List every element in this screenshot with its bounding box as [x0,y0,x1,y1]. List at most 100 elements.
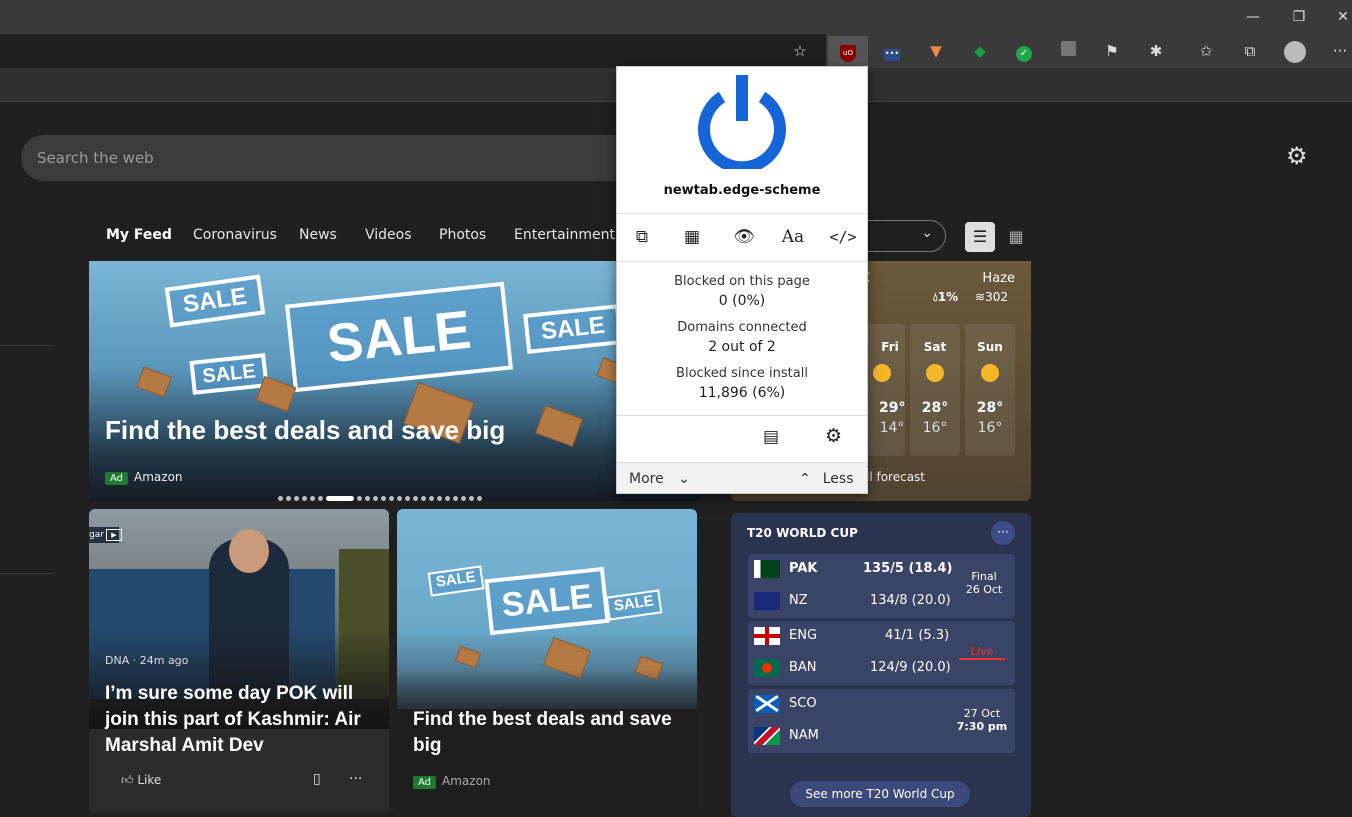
settings-gear-icon[interactable]: ⚙ [1286,142,1308,170]
carousel-dot[interactable] [318,496,323,501]
t20-more-button[interactable]: ··· [991,521,1015,545]
zap-element-icon[interactable]: ⧉ [626,225,658,249]
carousel-dot[interactable] [278,496,283,501]
like-button[interactable]: 👍︎ Like [121,773,161,788]
sale-graphic: SALE [427,565,485,597]
popup-domain: newtab.edge-scheme [663,183,821,198]
full-forecast-link[interactable]: ll forecast [866,470,925,484]
search-input[interactable]: Search the web [21,135,661,181]
dashboard-gear-icon[interactable]: ⚙ [825,425,842,447]
carousel-dot[interactable] [421,496,426,501]
carousel-dot[interactable] [405,496,410,501]
profile-icon[interactable] [1281,37,1309,65]
power-button-icon[interactable] [697,73,787,174]
tab-entertainment[interactable]: Entertainment [514,227,615,243]
carousel-dot[interactable] [437,496,442,501]
blocked-page-value: 0 (0%) [718,293,766,309]
match-card[interactable]: ENG 41/1 (5.3) BAN 124/9 (20.0) Live [748,621,1015,685]
carousel-dot[interactable] [453,496,458,501]
ad-card[interactable]: SALE SALE SALE Find the best deals and s… [397,509,697,813]
restore-button[interactable]: ❐ [1276,0,1322,34]
media-filter-icon[interactable]: ▦ [676,225,708,249]
fonts-filter-icon[interactable]: Aa [777,225,809,249]
carousel-dot[interactable] [397,496,402,501]
ad-title[interactable]: Find the best deals and save big [413,707,683,759]
source-label: DNA [105,654,130,667]
carousel-dot[interactable] [429,496,434,501]
tab-my-feed[interactable]: My Feed [106,227,172,243]
divider [0,573,55,574]
list-view-button[interactable]: ☰ [965,222,995,252]
high-temp: 28° [976,400,1004,416]
card-more-button[interactable]: ··· [349,771,362,787]
ublock-icon[interactable]: uO [828,36,868,66]
less-button[interactable]: ⌃ Less [799,471,854,487]
grid-view-button[interactable]: ▦ [1001,222,1031,252]
see-more-t20-button[interactable]: See more T20 World Cup [790,781,970,807]
favorites-icon[interactable]: ✩ [1192,37,1220,65]
more-button[interactable]: More ⌄ [629,471,690,487]
cosmetic-filter-icon[interactable]: 👁︎ [728,225,760,249]
thumbs-up-icon: 👍︎ [121,773,134,787]
carousel-dot[interactable] [326,496,354,501]
ad-source: Ad Amazon [413,774,491,789]
chevron-down-icon: ⌄ [678,471,690,487]
dots-extension-icon[interactable]: ••• [878,37,906,65]
tab-news[interactable]: News [299,227,337,243]
divider [0,345,55,346]
pak-flag-icon [754,560,780,578]
sco-flag-icon [754,694,780,713]
sale-graphic: SALE [523,304,623,354]
sale-graphic: SALE [189,353,269,395]
title-bar [0,0,1352,34]
flag-icon[interactable]: ⚑ [1098,37,1126,65]
live-status: Live [959,645,1005,660]
match-card[interactable]: PAK 135/5 (18.4) NZ 134/8 (20.0) Final 26… [748,554,1015,618]
carousel-dot[interactable] [286,496,291,501]
address-bar[interactable] [0,34,826,68]
carousel-dot[interactable] [477,496,482,501]
more-icon[interactable]: ··· [1326,37,1352,65]
pdf-extension-icon[interactable] [1054,37,1082,65]
sale-graphic: SALE [164,274,266,328]
forecast-day[interactable]: Sun 28° 16° [965,324,1015,456]
carousel-dot[interactable] [310,496,315,501]
carousel-dots[interactable] [278,488,485,501]
check-extension-icon[interactable]: ✓ [1010,37,1038,65]
source-label: Amazon [442,774,491,788]
hero-title[interactable]: Find the best deals and save big [105,415,505,446]
bucket-extension-icon[interactable]: ▼ [922,37,950,65]
carousel-dot[interactable] [357,496,362,501]
tab-coronavirus[interactable]: Coronavirus [193,227,277,243]
carousel-dot[interactable] [469,496,474,501]
minimize-button[interactable]: — [1230,0,1276,34]
tab-photos[interactable]: Photos [439,227,486,243]
logger-icon[interactable]: ▤ [763,427,779,447]
carousel-dot[interactable] [373,496,378,501]
news-card[interactable]: gar ▶ DNA · 24m ago I’m sure some day PO… [89,509,389,813]
carousel-dot[interactable] [381,496,386,501]
extensions-icon[interactable]: ✱ [1142,37,1170,65]
news-title[interactable]: I’m sure some day POK will join this par… [105,681,375,759]
carousel-dot[interactable] [461,496,466,501]
add-favorite-icon[interactable]: ☆ [786,37,814,65]
close-button[interactable]: ✕ [1320,0,1352,34]
bookmark-icon[interactable]: ▯ [313,771,321,787]
carousel-dot[interactable] [302,496,307,501]
precipitation: 💧︎1% [933,290,959,304]
collections-icon[interactable]: ⧉ [1236,37,1264,65]
carousel-dot[interactable] [413,496,418,501]
shield-extension-icon[interactable]: ◆ [966,37,994,65]
match-card[interactable]: SCO NAM 27 Oct 7:30 pm [748,689,1015,753]
domains-value: 2 out of 2 [708,339,776,355]
carousel-dot[interactable] [365,496,370,501]
carousel-dot[interactable] [294,496,299,501]
hero-card[interactable]: SALE SALE SALE SALE Find the best deals … [89,261,701,501]
ad-badge: Ad [413,776,437,789]
forecast-day[interactable]: Sat 28° 16° [910,324,960,456]
tab-videos[interactable]: Videos [365,227,412,243]
carousel-dot[interactable] [389,496,394,501]
javascript-filter-icon[interactable]: </> [827,225,859,249]
nam-flag-icon [754,727,780,745]
carousel-dot[interactable] [445,496,450,501]
